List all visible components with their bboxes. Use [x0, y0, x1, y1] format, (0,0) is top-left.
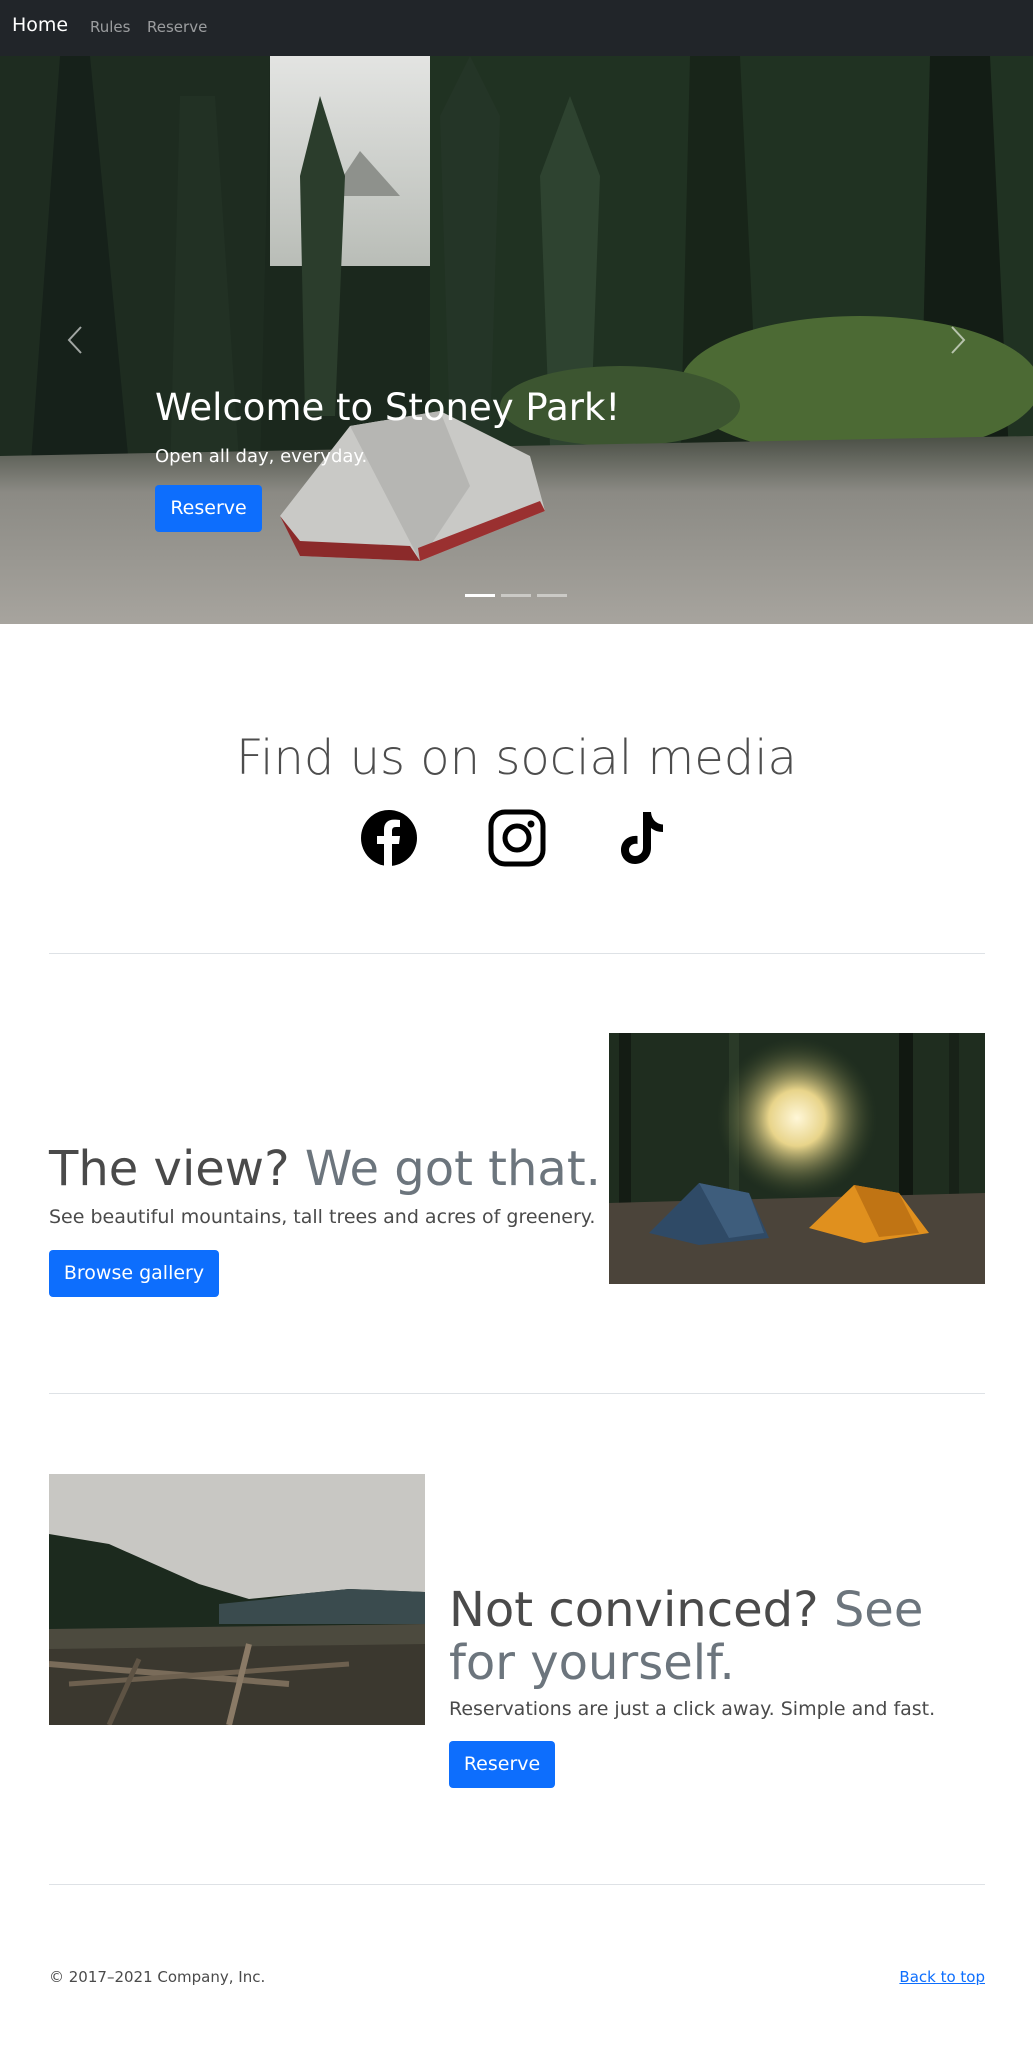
top-navbar: Home Rules Reserve	[0, 0, 1033, 56]
hero-carousel: Welcome to Stoney Park! Open all day, ev…	[0, 56, 1033, 624]
back-to-top-link[interactable]: Back to top	[899, 1968, 985, 1986]
view-heading: The view? We got that.	[49, 1143, 609, 1196]
section-divider	[49, 1884, 985, 1885]
instagram-icon[interactable]	[487, 808, 547, 868]
carousel-indicator-1[interactable]	[465, 594, 495, 597]
convinced-heading: Not convinced? See for yourself.	[449, 1584, 989, 1690]
view-lead: See beautiful mountains, tall trees and …	[49, 1206, 596, 1228]
nav-reserve-link[interactable]: Reserve	[147, 18, 207, 36]
nav-rules-link[interactable]: Rules	[90, 18, 130, 36]
carousel-indicator-2[interactable]	[501, 594, 531, 597]
convinced-lead: Reservations are just a click away. Simp…	[449, 1698, 936, 1720]
section-divider	[49, 1393, 985, 1394]
chevron-right-icon	[951, 326, 966, 354]
carousel-indicators	[465, 594, 567, 597]
hero-forest-tent-image	[0, 56, 1033, 624]
social-heading: Find us on social media	[236, 730, 797, 786]
convinced-reserve-button[interactable]: Reserve	[449, 1741, 555, 1788]
carousel-indicator-3[interactable]	[537, 594, 567, 597]
carousel-next-button[interactable]	[883, 56, 1033, 624]
chevron-left-icon	[67, 326, 82, 354]
section-divider	[49, 953, 985, 954]
facebook-icon[interactable]	[359, 808, 419, 868]
browse-gallery-button[interactable]: Browse gallery	[49, 1250, 219, 1297]
camping-tents-image	[609, 1033, 985, 1284]
hero-reserve-button[interactable]: Reserve	[155, 485, 262, 533]
convinced-heading-main: Not convinced?	[449, 1582, 819, 1638]
meadow-fence-image	[49, 1474, 425, 1725]
view-heading-main: The view?	[49, 1141, 290, 1197]
hero-title: Welcome to Stoney Park!	[155, 386, 621, 429]
hero-caption: Welcome to Stoney Park! Open all day, ev…	[155, 386, 875, 533]
footer-copyright: © 2017–2021 Company, Inc.	[49, 1968, 266, 1986]
view-heading-muted: We got that.	[304, 1141, 601, 1197]
tiktok-icon[interactable]	[614, 808, 674, 868]
nav-home-link[interactable]: Home	[12, 14, 68, 36]
carousel-prev-button[interactable]	[0, 56, 150, 624]
hero-subtitle: Open all day, everyday.	[155, 446, 368, 468]
